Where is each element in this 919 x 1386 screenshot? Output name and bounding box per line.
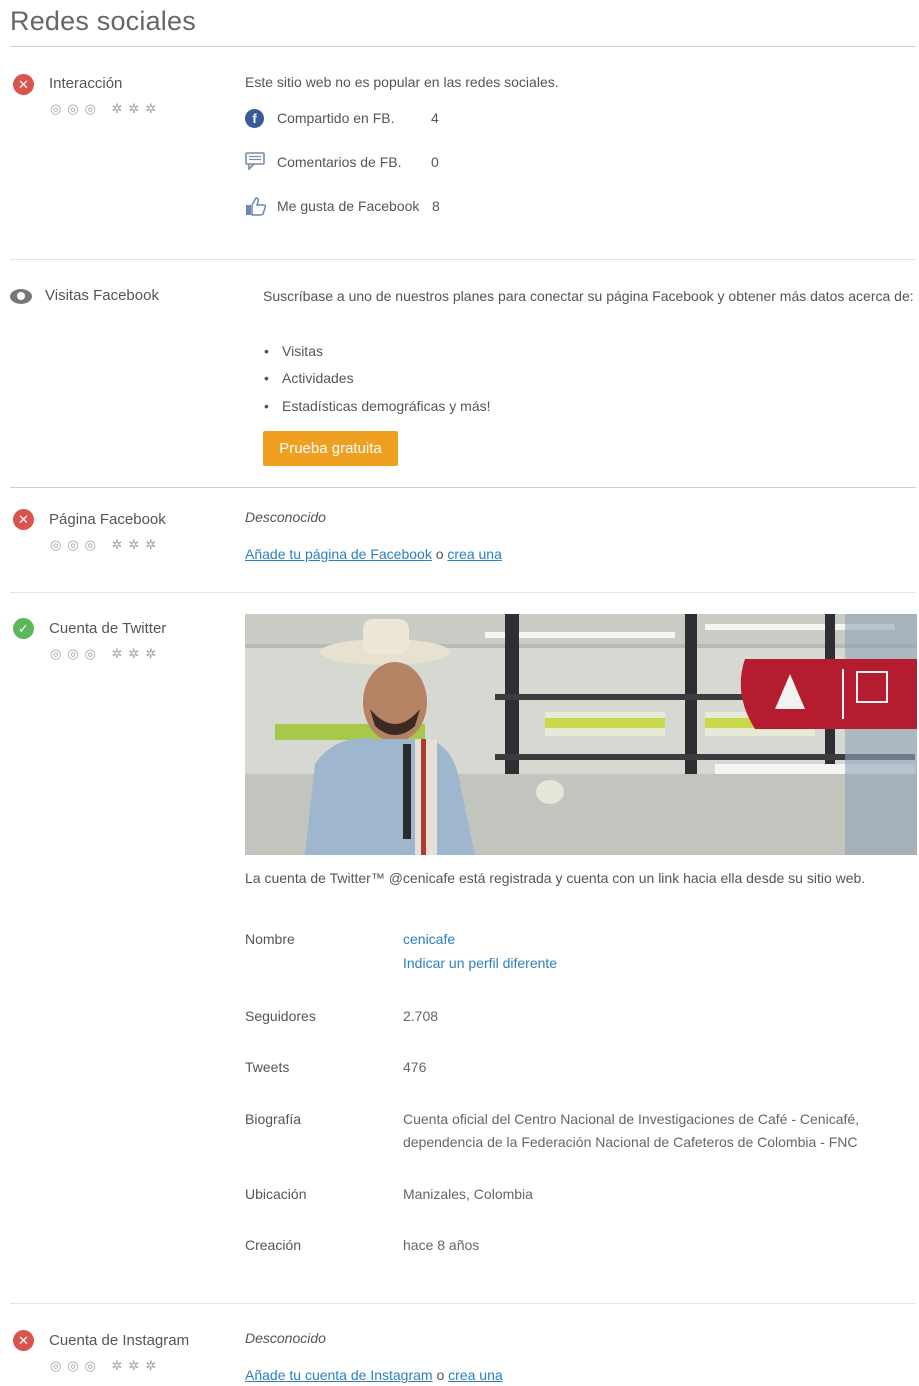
success-status-icon: ✓ [13, 618, 34, 639]
fb-likes-value: 8 [432, 198, 440, 214]
twitter-summary: La cuenta de Twitter™ @cenicafe está reg… [245, 870, 866, 886]
fb-comments-value: 0 [431, 154, 439, 170]
instagram-label: Cuenta de Instagram [49, 1332, 190, 1349]
thumbs-up-icon [245, 196, 267, 221]
twitter-label: Cuenta de Twitter [49, 620, 167, 637]
or-text: o [435, 546, 444, 562]
pagina-fb-links: Añade tu página de Facebook o crea una [245, 546, 502, 562]
error-status-icon: ✕ [13, 1330, 34, 1351]
page-title: Redes sociales [10, 6, 196, 36]
list-item: Actividades [264, 370, 353, 386]
field-value: 2.708 [403, 1008, 439, 1024]
list-item: Estadísticas demográficas y más! [264, 398, 490, 414]
field-key: Seguidores [245, 1008, 316, 1024]
twitter-name-link[interactable]: cenicafe [403, 931, 455, 947]
visitas-label: Visitas Facebook [45, 287, 159, 304]
section-divider [10, 259, 916, 260]
interaccion-label: Interacción [49, 75, 123, 92]
importance-indicator: ◎◎◎ ✲✲✲ [50, 1358, 163, 1373]
importance-indicator: ◎◎◎ ✲✲✲ [50, 537, 163, 552]
field-key: Biografía [245, 1111, 302, 1127]
comment-icon [245, 152, 265, 175]
locked-eye-icon [10, 289, 32, 304]
list-item: Visitas [264, 343, 323, 359]
add-instagram-link[interactable]: Añade tu cuenta de Instagram [245, 1367, 433, 1383]
field-key: Nombre [245, 931, 295, 947]
twitter-banner-image [245, 614, 917, 855]
fb-shares-label: Compartido en FB. [277, 110, 395, 126]
error-status-icon: ✕ [13, 74, 34, 95]
create-instagram-link[interactable]: crea una [448, 1367, 502, 1383]
fb-shares-value: 4 [431, 110, 439, 126]
section-divider [10, 1303, 916, 1304]
pagina-fb-label: Página Facebook [49, 511, 166, 528]
title-divider [10, 46, 916, 47]
field-key: Ubicación [245, 1186, 307, 1202]
status-text: Desconocido [245, 509, 326, 525]
instagram-links: Añade tu cuenta de Instagram o crea una [245, 1367, 503, 1383]
field-value: hace 8 años [403, 1237, 480, 1253]
field-value: 476 [403, 1059, 427, 1075]
field-key: Tweets [245, 1059, 290, 1075]
status-text: Desconocido [245, 1330, 326, 1346]
fb-comments-label: Comentarios de FB. [277, 154, 402, 170]
section-divider [10, 592, 916, 593]
change-profile-link[interactable]: Indicar un perfil diferente [403, 955, 557, 971]
field-value: Cuenta oficial del Centro Nacional de In… [403, 1111, 860, 1127]
or-text: o [436, 1367, 445, 1383]
section-divider [10, 487, 916, 488]
error-status-icon: ✕ [13, 509, 34, 530]
interaccion-summary: Este sitio web no es popular en las rede… [245, 74, 559, 90]
field-key: Creación [245, 1237, 302, 1253]
visitas-description: Suscríbase a uno de nuestros planes para… [263, 288, 914, 304]
field-value: dependencia de la Federación Nacional de… [403, 1134, 858, 1150]
importance-indicator: ◎◎◎ ✲✲✲ [50, 101, 163, 116]
create-facebook-page-link[interactable]: crea una [447, 546, 501, 562]
fb-likes-label: Me gusta de Facebook [277, 198, 420, 214]
field-value: Manizales, Colombia [403, 1186, 533, 1202]
importance-indicator: ◎◎◎ ✲✲✲ [50, 646, 163, 661]
facebook-icon: f [245, 109, 264, 128]
add-facebook-page-link[interactable]: Añade tu página de Facebook [245, 546, 432, 562]
free-trial-button[interactable]: Prueba gratuita [263, 431, 398, 466]
